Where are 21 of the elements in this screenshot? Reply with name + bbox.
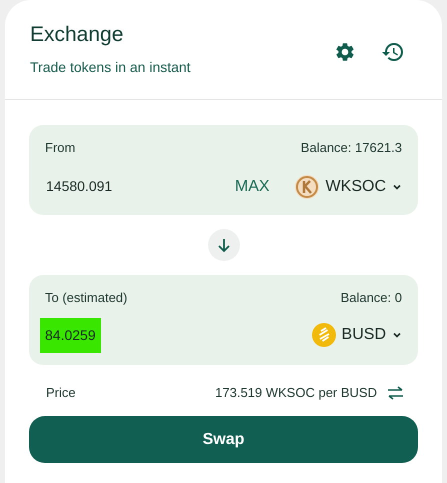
swap-arrows-icon[interactable]	[387, 386, 404, 400]
token-logo-icon	[312, 323, 336, 347]
card-subtitle: Trade tokens in an instant	[30, 58, 191, 76]
card-title: Exchange	[30, 22, 124, 48]
token-selector[interactable]: BUSD	[312, 323, 402, 347]
balance-text: Balance: 0	[340, 289, 402, 307]
chevron-down-icon	[392, 330, 402, 340]
settings-icon[interactable]	[334, 41, 356, 63]
price-value: 173.519 WKSOC per BUSD	[215, 384, 377, 402]
token-logo-icon	[294, 174, 320, 200]
token-selector[interactable]: WKSOC	[294, 174, 402, 200]
from-label: From	[45, 139, 76, 157]
price-label: Price	[46, 384, 76, 402]
swap-button[interactable]: Swap	[29, 416, 418, 463]
balance-text: Balance: 17621.3	[300, 139, 402, 157]
history-icon[interactable]	[381, 40, 405, 64]
swap-direction-button[interactable]	[208, 229, 240, 261]
amount-field[interactable]: 84.0259	[40, 318, 101, 352]
amount-field[interactable]: 14580.091	[45, 176, 235, 197]
to-label: To (estimated)	[45, 289, 128, 307]
max-button[interactable]: MAX	[234, 174, 270, 198]
